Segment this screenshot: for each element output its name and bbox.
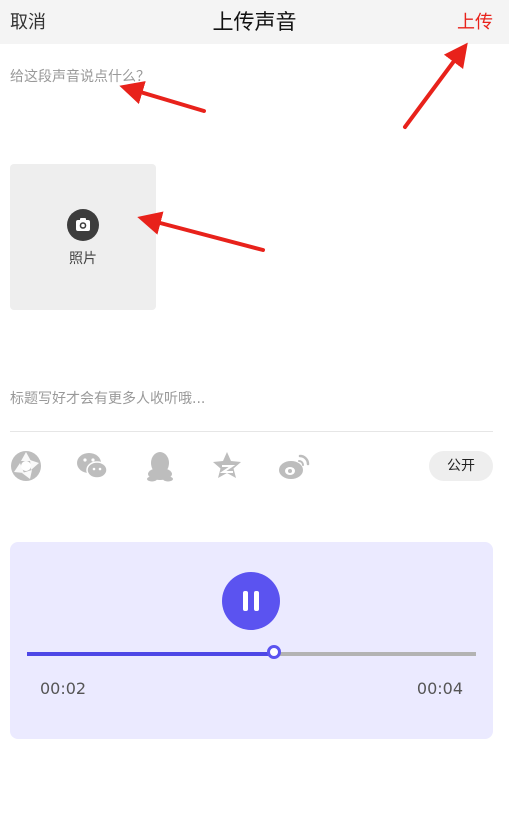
title-input[interactable] bbox=[10, 386, 490, 412]
progress-thumb[interactable] bbox=[266, 645, 281, 659]
visibility-button[interactable]: 公开 bbox=[429, 451, 493, 481]
progress-fill bbox=[27, 652, 274, 656]
weibo-icon[interactable] bbox=[276, 448, 312, 484]
pause-icon-bar-left bbox=[243, 591, 248, 611]
wechat-icon[interactable] bbox=[74, 448, 110, 484]
top-bar: 取消 上传声音 上传 bbox=[0, 0, 509, 44]
pause-icon-bar-right bbox=[254, 591, 259, 611]
photo-label: 照片 bbox=[69, 251, 97, 267]
progress-track[interactable] bbox=[27, 645, 476, 659]
annotation-arrow-photo bbox=[137, 211, 265, 252]
moments-icon[interactable] bbox=[8, 448, 44, 484]
qq-icon[interactable] bbox=[142, 448, 178, 484]
audio-player: 00:02 00:04 bbox=[10, 542, 493, 739]
current-time: 00:02 bbox=[40, 679, 87, 698]
pause-button[interactable] bbox=[222, 572, 280, 630]
total-time: 00:04 bbox=[416, 679, 463, 698]
camera-icon bbox=[67, 209, 99, 241]
qzone-icon[interactable] bbox=[209, 448, 245, 484]
upload-button[interactable]: 上传 bbox=[457, 8, 493, 34]
page-title: 上传声音 bbox=[212, 10, 297, 34]
description-input[interactable] bbox=[10, 66, 490, 146]
add-photo-button[interactable]: 照片 bbox=[10, 164, 156, 310]
divider bbox=[10, 431, 493, 432]
